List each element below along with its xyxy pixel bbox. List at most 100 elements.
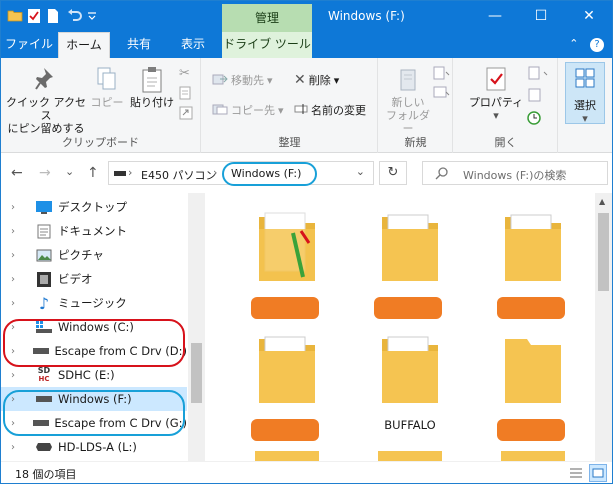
partial-folder-tile[interactable] [255,451,319,461]
recent-locations-button[interactable]: ⌄ [65,165,74,178]
ribbon: クイック アクセス にピン留めする コピー 貼り付け ✂ クリップボード 移動先… [1,58,612,153]
move-icon [212,73,228,88]
expand-chevron-icon[interactable]: › [11,274,25,285]
properties-check-icon[interactable] [27,8,41,24]
paste-label: 貼り付け [130,96,174,109]
manage-context-tab[interactable]: 管理 [222,4,312,32]
new-item-icon[interactable] [433,66,451,83]
customize-toolbar-icon[interactable] [87,8,97,24]
new-folder-label-line2: フォルダー [386,109,430,135]
annotation-circle-red [3,319,185,367]
tab-file[interactable]: ファイル [1,32,57,58]
back-button[interactable]: ← [11,165,23,181]
optical-drive-icon [35,439,53,455]
large-icons-view-icon[interactable] [589,464,607,482]
nav-item-videos[interactable]: › ビデオ [1,267,187,291]
address-dropdown-button[interactable]: ⌄ [356,165,365,178]
tab-share[interactable]: 共有 [113,32,165,58]
explorer-window: 管理 Windows (F:) — ☐ ✕ ファイル ホーム 共有 表示 ドライ… [0,0,613,484]
expand-chevron-icon[interactable]: › [11,250,25,261]
nav-item-label: ビデオ [58,272,93,286]
rename-button[interactable]: 名前の変更 [294,102,366,118]
properties-button[interactable]: プロパティ ▾ [468,66,524,122]
undo-icon[interactable] [67,8,82,24]
nav-item-hd-lds-l[interactable]: › HD-LDS-A (L:) [1,435,187,459]
up-button[interactable]: ↑ [87,165,99,181]
folder-tile[interactable] [227,329,327,444]
details-view-icon[interactable] [569,466,583,483]
edit-icon[interactable] [528,88,542,105]
dropdown-caret-icon: ▾ [278,103,284,117]
refresh-button[interactable]: ↻ [379,161,407,185]
folder-with-app-icon [255,207,319,288]
dropdown-caret-icon: ▾ [582,112,588,125]
partial-folder-tile[interactable] [501,451,565,461]
folder-tile-buffalo[interactable]: BUFFALO [350,329,450,444]
delete-label: 削除 [308,74,331,87]
move-to-label: 移動先 [231,74,264,87]
expand-chevron-icon[interactable]: › [11,442,25,453]
new-document-icon[interactable] [47,8,61,24]
folder-icon [378,207,442,288]
help-button[interactable]: ? [590,38,604,52]
scrollbar-thumb[interactable] [598,213,609,291]
copy-to-button[interactable]: コピー先 ▾ [212,102,284,118]
select-button[interactable]: 選択 ▾ [565,62,605,125]
expand-chevron-icon[interactable]: › [11,298,25,309]
nav-item-pictures[interactable]: › ピクチャ [1,243,187,267]
folder-tile[interactable] [473,329,573,444]
folder-icon[interactable] [7,8,23,24]
nav-item-desktop[interactable]: › デスクトップ [1,195,187,219]
redacted-folder-name [497,297,565,319]
tab-home[interactable]: ホーム [58,32,110,58]
file-view-scrollbar[interactable]: ▲ [595,193,612,461]
scrollbar-thumb[interactable] [191,343,202,403]
copy-label: コピー [90,96,124,109]
tab-drive-tools[interactable]: ドライブ ツール [222,32,312,58]
folder-tile[interactable] [350,207,450,322]
paste-button[interactable]: 貼り付け [129,66,175,109]
expand-chevron-icon[interactable]: › [11,370,25,381]
move-to-button[interactable]: 移動先 ▾ [212,72,273,88]
cut-icon[interactable]: ✂ [179,66,190,81]
paste-shortcut-icon[interactable] [179,106,193,123]
minimize-button[interactable]: — [472,1,518,32]
copy-icon [89,66,125,96]
new-folder-button[interactable]: 新しい フォルダー [385,66,431,135]
copy-path-icon[interactable] [179,86,193,103]
collapse-ribbon-button[interactable]: ⌃ [569,37,578,50]
sd-badge-subtext: HC [38,375,50,383]
copy-to-label: コピー先 [231,104,275,117]
annotation-circle-address [222,162,317,186]
select-grid-icon [566,63,604,93]
new-folder-icon [385,66,431,96]
folder-tile[interactable] [473,207,573,322]
maximize-button[interactable]: ☐ [518,1,564,32]
breadcrumb-pc[interactable]: E450 パソコン [141,167,216,183]
tab-view[interactable]: 表示 [167,32,219,58]
partial-folder-tile[interactable] [378,451,442,461]
scroll-up-arrow[interactable]: ▲ [599,197,605,206]
pin-quick-access-button[interactable]: クイック アクセス にピン留めする [5,66,87,135]
expand-chevron-icon[interactable]: › [11,226,25,237]
open-icon[interactable] [528,66,550,83]
folder-tile[interactable] [227,207,327,322]
nav-item-music[interactable]: › ♪ ミュージック [1,291,187,315]
select-label: 選択 [574,99,596,112]
nav-item-documents[interactable]: › ドキュメント [1,219,187,243]
navigation-pane-scrollbar[interactable] [188,193,205,461]
item-count: 18 個の項目 [15,468,77,481]
redacted-folder-name [251,297,319,319]
close-button[interactable]: ✕ [566,1,612,32]
copy-button[interactable]: コピー [89,66,125,109]
expand-chevron-icon[interactable]: › [11,202,25,213]
easy-access-icon[interactable] [433,86,451,103]
history-icon[interactable] [526,110,542,129]
clipboard-icon [129,66,175,96]
open-group: プロパティ ▾ 開く [454,58,558,153]
forward-button[interactable]: → [39,165,51,181]
redacted-folder-name [497,419,565,441]
ribbon-controls: ⌃ ? [569,37,604,52]
search-box[interactable]: Windows (F:)の検索 [422,161,608,185]
delete-button[interactable]: ✕ 削除 ▾ [294,72,339,88]
